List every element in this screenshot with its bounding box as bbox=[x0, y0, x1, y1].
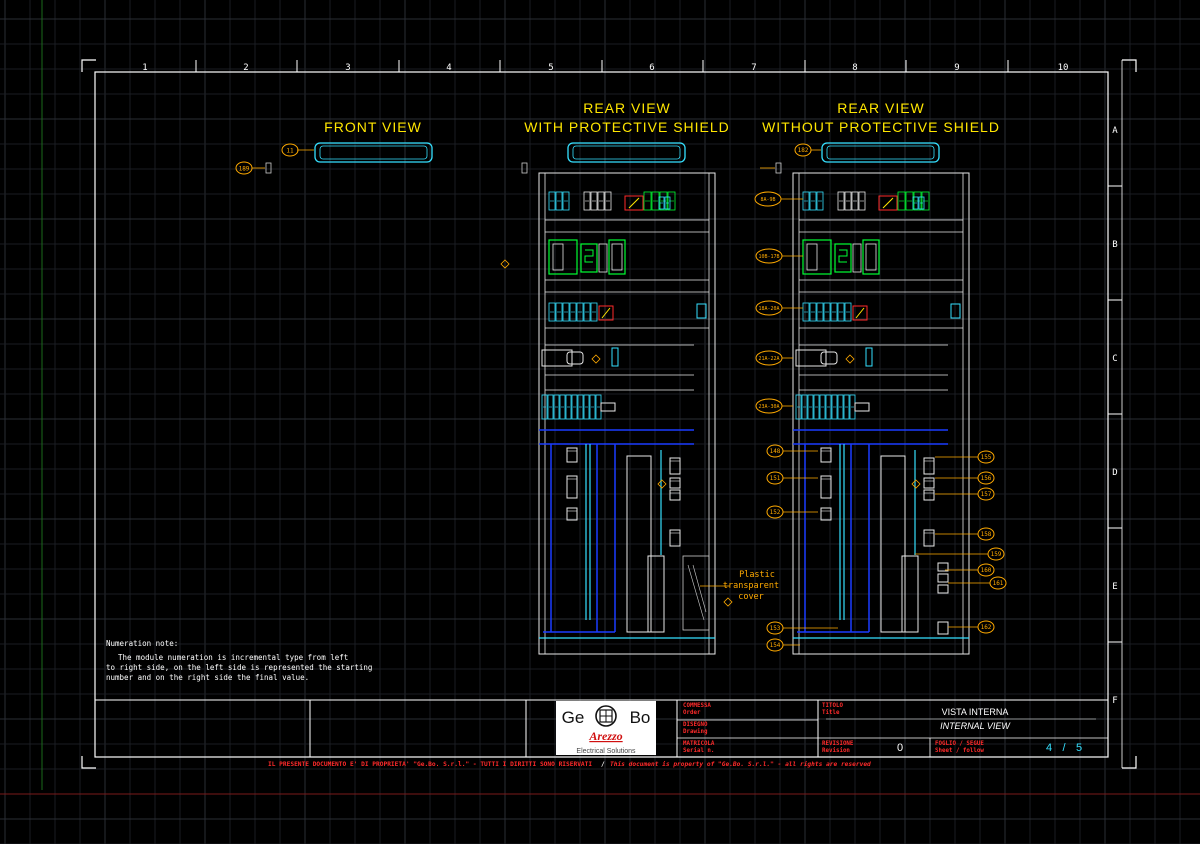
callout-number: 156 bbox=[981, 475, 992, 482]
callout-number: 182 bbox=[798, 147, 809, 154]
foglio-sub: Sheet / follow bbox=[935, 748, 984, 754]
copyright-english: This document is property of "Ge.Bo. S.r… bbox=[610, 760, 871, 768]
callout-number: 155 bbox=[981, 454, 992, 461]
rear-view-without-title: REAR VIEW bbox=[837, 100, 925, 116]
callout-number: 10B-17B bbox=[758, 254, 779, 260]
disegno-sub: Drawing bbox=[683, 729, 708, 735]
titolo-sub: Title bbox=[822, 710, 840, 716]
title-italian: VISTA INTERNA bbox=[942, 707, 1009, 717]
note-title: Numeration note: bbox=[106, 639, 178, 648]
column-label: 2 bbox=[243, 63, 248, 73]
note-line: number and on the right side the final v… bbox=[106, 673, 309, 682]
logo-tagline: Electrical Solutions bbox=[576, 748, 636, 755]
commessa-label: COMMESSA bbox=[683, 703, 711, 709]
plastic-note-line1: Plastic bbox=[739, 570, 775, 580]
column-label: 9 bbox=[954, 63, 959, 73]
revisione-label: REVISIONE bbox=[822, 741, 854, 747]
column-label: 1 bbox=[142, 63, 147, 73]
row-label: F bbox=[1112, 696, 1117, 706]
callout-number: 18A-20A bbox=[758, 306, 779, 312]
revisione-sub: Revision bbox=[822, 748, 850, 754]
callout-number: 11 bbox=[286, 148, 294, 155]
column-label: 3 bbox=[345, 63, 350, 73]
column-label: 10 bbox=[1058, 63, 1069, 73]
titolo-label: TITOLO bbox=[822, 703, 843, 709]
rear-view-without-subtitle: WITHOUT PROTECTIVE SHIELD bbox=[762, 119, 1000, 135]
disegno-label: DISEGNO bbox=[683, 722, 708, 728]
callout-number: 153 bbox=[770, 625, 781, 632]
logo-left: Ge bbox=[562, 708, 585, 727]
plastic-note-line3: cover bbox=[738, 592, 764, 602]
row-label: A bbox=[1112, 126, 1118, 136]
plastic-note-line2: transparent bbox=[723, 581, 779, 591]
column-label: 5 bbox=[548, 63, 553, 73]
matricola-label: MATRICOLA bbox=[683, 741, 715, 747]
column-label: 4 bbox=[446, 63, 451, 73]
callout-number: 162 bbox=[981, 624, 992, 631]
callout-number: 157 bbox=[981, 491, 992, 498]
note-line: The module numeration is incremental typ… bbox=[118, 653, 348, 662]
callout-number: 189 bbox=[239, 166, 250, 173]
note-line: to right side, on the left side is repre… bbox=[106, 663, 372, 672]
callout-number: 8A-9B bbox=[760, 197, 775, 203]
callout-number: 158 bbox=[981, 531, 992, 538]
front-view-title: FRONT VIEW bbox=[324, 119, 422, 135]
column-label: 6 bbox=[649, 63, 654, 73]
callout-number: 21A-22A bbox=[758, 356, 779, 362]
row-label: D bbox=[1112, 468, 1117, 478]
copyright-separator: / bbox=[601, 761, 605, 768]
revision-value: 0 bbox=[897, 742, 903, 754]
row-label: E bbox=[1112, 582, 1117, 592]
column-label: 7 bbox=[751, 63, 756, 73]
sheet-number: 4 bbox=[1046, 742, 1052, 754]
callout-number: 159 bbox=[991, 551, 1002, 558]
row-label: C bbox=[1112, 354, 1117, 364]
callout-number: 154 bbox=[770, 642, 781, 649]
callout-number: 23A-30A bbox=[758, 404, 779, 410]
logo-city: Arezzo bbox=[588, 729, 622, 743]
matricola-sub: Serial n. bbox=[683, 748, 714, 754]
logo-right: Bo bbox=[630, 708, 651, 727]
sheet-total: 5 bbox=[1076, 742, 1082, 754]
callout-number: 152 bbox=[770, 509, 781, 516]
rear-view-with-title: REAR VIEW bbox=[583, 100, 671, 116]
column-label: 8 bbox=[852, 63, 857, 73]
title-english: INTERNAL VIEW bbox=[940, 721, 1011, 731]
callout-number: 151 bbox=[770, 475, 781, 482]
cad-drawing-canvas[interactable]: 1 2 3 4 5 6 7 8 9 10 A B C D E F FRONT V… bbox=[0, 0, 1200, 844]
callout-number: 161 bbox=[993, 580, 1004, 587]
copyright-italian: IL PRESENTE DOCUMENTO E' DI PROPRIETA' "… bbox=[268, 761, 592, 768]
foglio-label: FOGLIO / SEGUE bbox=[935, 741, 984, 747]
commessa-sub: Order bbox=[683, 710, 701, 716]
rear-view-with-subtitle: WITH PROTECTIVE SHIELD bbox=[524, 119, 730, 135]
callout-number: 148 bbox=[770, 448, 781, 455]
row-label: B bbox=[1112, 240, 1117, 250]
callout-number: 160 bbox=[981, 567, 992, 574]
